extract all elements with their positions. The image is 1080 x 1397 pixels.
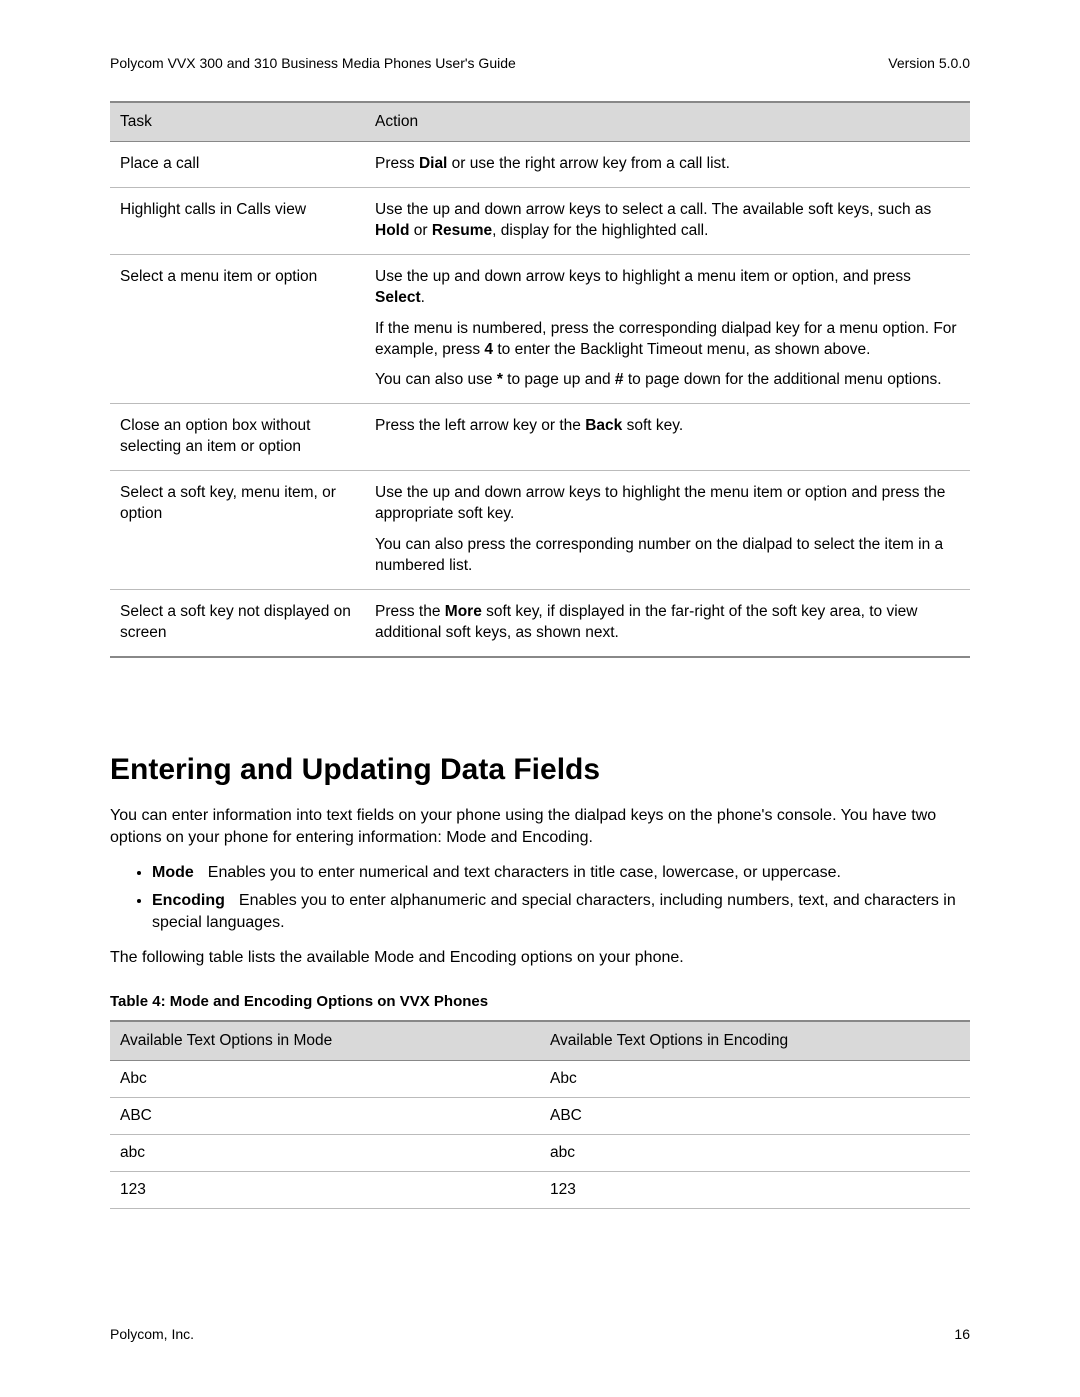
page: Polycom VVX 300 and 310 Business Media P… xyxy=(0,0,1080,1335)
mode-cell: ABC xyxy=(110,1098,540,1135)
table-row: abcabc xyxy=(110,1135,970,1172)
table-row: Place a callPress Dial or use the right … xyxy=(110,142,970,188)
table-row: ABCABC xyxy=(110,1098,970,1135)
task-cell: Select a menu item or option xyxy=(110,254,365,404)
table-row: Select a soft key, menu item, or optionU… xyxy=(110,471,970,590)
intro-paragraph: You can enter information into text fiel… xyxy=(110,805,970,850)
task-cell: Select a soft key, menu item, or option xyxy=(110,471,365,590)
encoding-cell: Abc xyxy=(540,1061,970,1098)
table-row: 123123 xyxy=(110,1172,970,1209)
task-cell: Close an option box without selecting an… xyxy=(110,404,365,471)
page-footer: Polycom, Inc. 16 xyxy=(110,1326,970,1342)
mode-cell: 123 xyxy=(110,1172,540,1209)
table-row: AbcAbc xyxy=(110,1061,970,1098)
action-cell: Press the More soft key, if displayed in… xyxy=(365,589,970,656)
task-cell: Select a soft key not displayed on scree… xyxy=(110,589,365,656)
task-action-table: Task Action Place a callPress Dial or us… xyxy=(110,101,970,658)
mode-cell: Abc xyxy=(110,1061,540,1098)
table-row: Select a soft key not displayed on scree… xyxy=(110,589,970,656)
footer-company: Polycom, Inc. xyxy=(110,1326,194,1342)
mode-cell: abc xyxy=(110,1135,540,1172)
options-table: Available Text Options in Mode Available… xyxy=(110,1020,970,1209)
action-header: Action xyxy=(365,102,970,142)
action-cell: Use the up and down arrow keys to highli… xyxy=(365,471,970,590)
table-row: Close an option box without selecting an… xyxy=(110,404,970,471)
task-cell: Place a call xyxy=(110,142,365,188)
action-cell: Press Dial or use the right arrow key fr… xyxy=(365,142,970,188)
footer-page-number: 16 xyxy=(954,1326,970,1342)
encoding-header: Available Text Options in Encoding xyxy=(540,1021,970,1061)
outro-paragraph: The following table lists the available … xyxy=(110,947,970,969)
table-row: Highlight calls in Calls viewUse the up … xyxy=(110,187,970,254)
mode-header: Available Text Options in Mode xyxy=(110,1021,540,1061)
bullet-list: ModeEnables you to enter numerical and t… xyxy=(110,862,970,935)
action-cell: Press the left arrow key or the Back sof… xyxy=(365,404,970,471)
encoding-cell: ABC xyxy=(540,1098,970,1135)
encoding-cell: abc xyxy=(540,1135,970,1172)
task-header: Task xyxy=(110,102,365,142)
running-header: Polycom VVX 300 and 310 Business Media P… xyxy=(110,55,970,71)
encoding-cell: 123 xyxy=(540,1172,970,1209)
table-caption: Table 4: Mode and Encoding Options on VV… xyxy=(110,993,970,1010)
section-heading: Entering and Updating Data Fields xyxy=(110,753,970,787)
list-item: ModeEnables you to enter numerical and t… xyxy=(152,862,970,884)
doc-title: Polycom VVX 300 and 310 Business Media P… xyxy=(110,55,516,71)
task-cell: Highlight calls in Calls view xyxy=(110,187,365,254)
table-row: Select a menu item or optionUse the up a… xyxy=(110,254,970,404)
action-cell: Use the up and down arrow keys to highli… xyxy=(365,254,970,404)
list-item: EncodingEnables you to enter alphanumeri… xyxy=(152,890,970,935)
doc-version: Version 5.0.0 xyxy=(888,55,970,71)
action-cell: Use the up and down arrow keys to select… xyxy=(365,187,970,254)
